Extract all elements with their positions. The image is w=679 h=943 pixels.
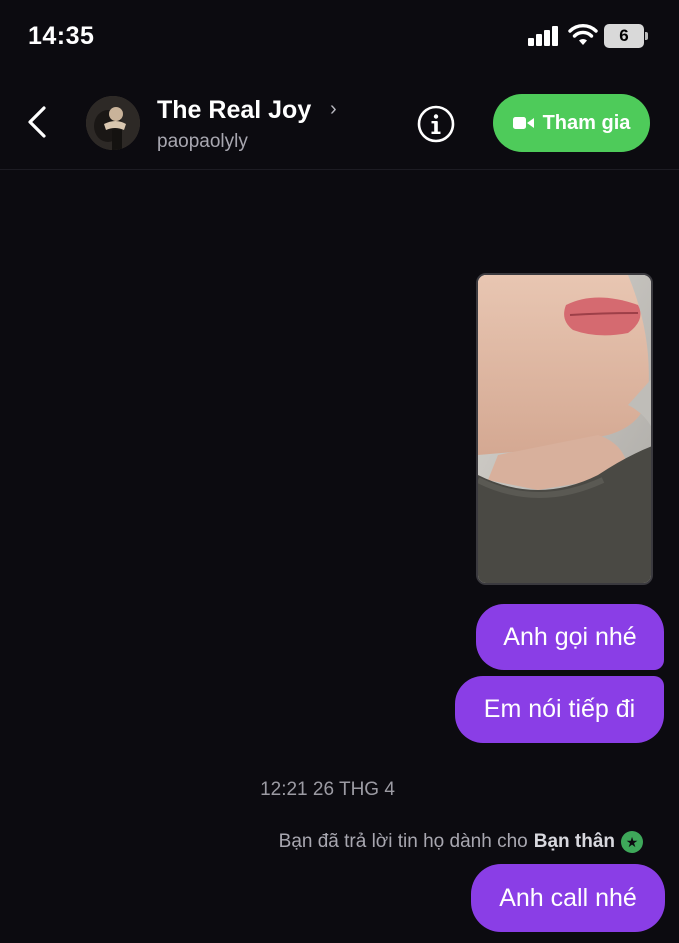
message-bubble[interactable]: Em nói tiếp đi [455, 676, 664, 743]
back-chevron-icon[interactable] [22, 102, 52, 142]
wifi-icon [568, 24, 598, 45]
reply-note-text: Bạn đã trả lời tin họ dành cho [278, 831, 528, 852]
battery-level: 6 [604, 24, 644, 48]
video-camera-icon [512, 117, 534, 129]
message-timestamp: 12:21 26 THG 4 [260, 779, 395, 800]
chat-header: The Real Joy › paopaolyly Tham gia [0, 78, 679, 170]
message-bubble[interactable]: Anh gọi nhé [476, 604, 664, 670]
message-bubble[interactable]: Anh call nhé [471, 864, 665, 932]
star-icon: ★ [621, 831, 643, 853]
photo-thumbnail [478, 275, 651, 583]
status-time: 14:35 [28, 22, 95, 50]
status-bar: 14:35 6 [0, 0, 679, 78]
join-call-label: Tham gia [542, 111, 631, 134]
avatar-image [86, 96, 140, 150]
chat-screen: 14:35 6 The Real Joy › paopaolyly Tham g… [0, 0, 679, 943]
close-friends-reply-note: Bạn đã trả lời tin họ dành cho Bạn thân … [279, 831, 643, 853]
contact-username: paopaolyly [157, 131, 248, 152]
contact-avatar[interactable] [86, 96, 140, 150]
photo-message[interactable] [476, 273, 653, 585]
cellular-signal-icon [528, 26, 560, 46]
info-icon[interactable] [416, 104, 456, 144]
chevron-right-icon[interactable]: › [330, 98, 337, 121]
close-friends-label: Bạn thân [533, 831, 615, 852]
contact-name[interactable]: The Real Joy [157, 96, 311, 125]
battery-icon: 6 [604, 24, 648, 48]
join-call-button[interactable]: Tham gia [493, 94, 650, 152]
